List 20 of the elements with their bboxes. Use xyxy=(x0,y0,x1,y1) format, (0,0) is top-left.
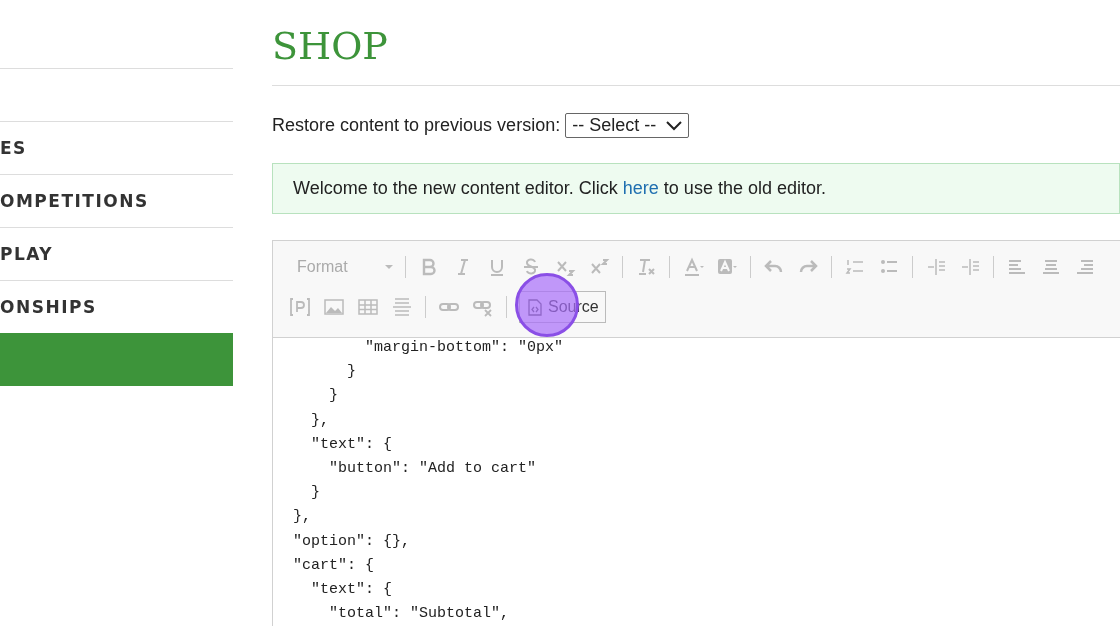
notice-text: Welcome to the new content editor. Click here to use the old editor. xyxy=(293,178,826,198)
code-line: "text": { xyxy=(310,434,394,455)
code-line: "option": {}, xyxy=(293,531,412,552)
sidebar-item[interactable]: PLAY xyxy=(0,227,233,280)
version-select[interactable]: -- Select -- xyxy=(565,113,690,138)
code-line: "total": "Subtotal", xyxy=(328,604,511,625)
code-line: }, xyxy=(293,507,312,528)
code-line: "button": "Add to cart" xyxy=(328,459,538,479)
code-line: "text": { xyxy=(310,580,394,601)
page-title: SHOP xyxy=(272,0,1120,86)
code-line: "cart": { xyxy=(293,555,375,576)
sidebar-item[interactable]: ES xyxy=(0,121,233,174)
code-line: } xyxy=(346,362,357,383)
code-line: }, xyxy=(310,410,330,431)
code-line: } xyxy=(328,386,339,407)
code-line: "margin-bottom": "0px" xyxy=(364,338,565,358)
sidebar-item[interactable]: OMPETITIONS xyxy=(0,174,233,227)
code-line: } xyxy=(310,483,321,504)
old-editor-link[interactable]: here xyxy=(622,178,659,198)
restore-label: Restore content to previous version: xyxy=(272,115,561,136)
